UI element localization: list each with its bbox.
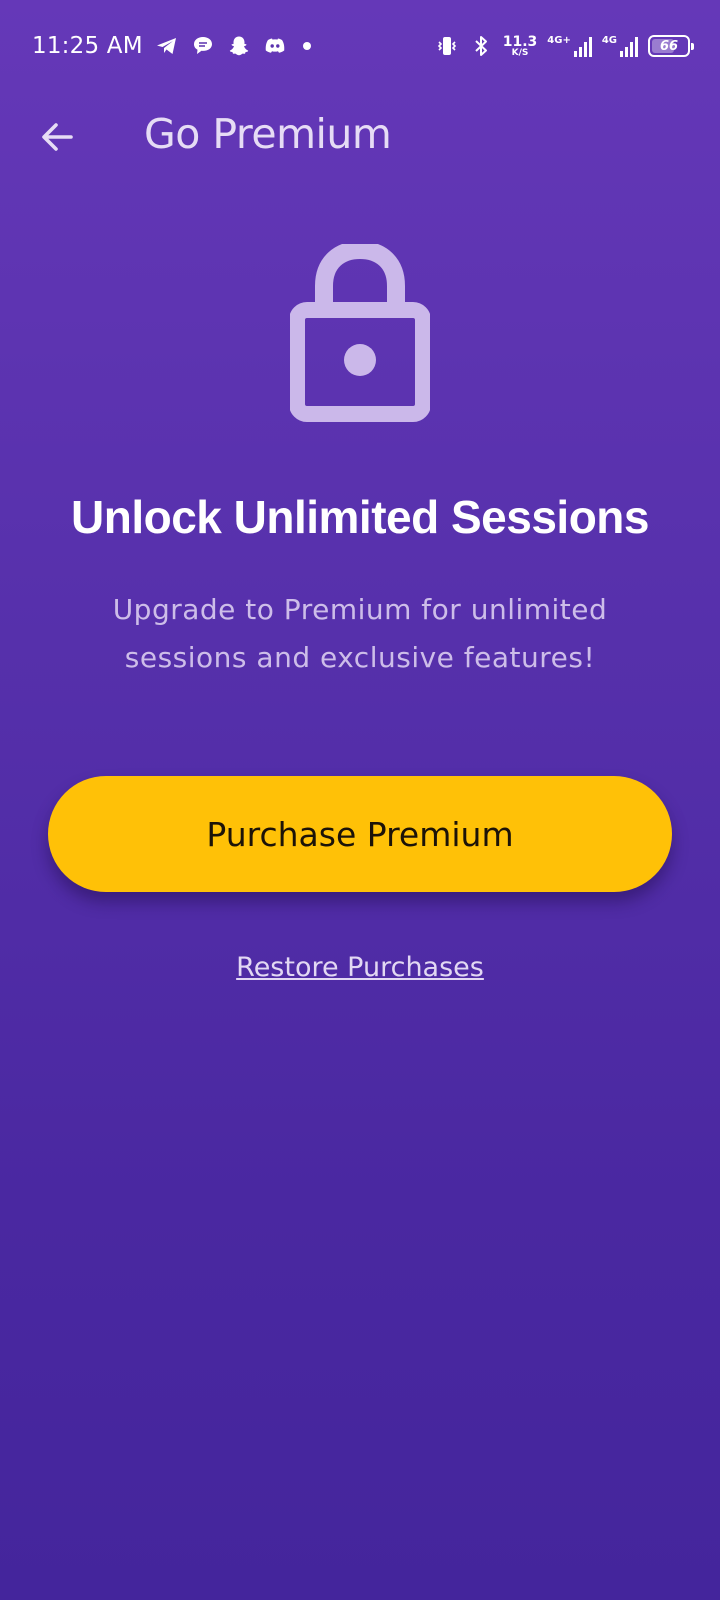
status-time: 11:25 AM bbox=[32, 33, 143, 59]
back-button[interactable] bbox=[30, 110, 84, 164]
subtitle: Upgrade to Premium for unlimited session… bbox=[112, 593, 608, 674]
lock-open-icon bbox=[290, 244, 430, 422]
network-speed: 11.3 K/S bbox=[503, 35, 538, 58]
snapchat-icon bbox=[229, 36, 248, 56]
sim2-network-label: 4G bbox=[601, 35, 617, 46]
notification-dot-icon bbox=[302, 42, 311, 50]
headline: Unlock Unlimited Sessions bbox=[71, 491, 649, 543]
status-right: 11.3 K/S 4G+ 4G 66 bbox=[435, 34, 694, 58]
signal-sim1-icon: 4G+ bbox=[547, 35, 592, 57]
vibrate-icon bbox=[437, 37, 456, 55]
purchase-premium-label: Purchase Premium bbox=[206, 814, 514, 854]
signal-sim2-icon: 4G bbox=[602, 35, 638, 57]
battery-icon: 66 bbox=[648, 35, 694, 57]
battery-percent: 66 bbox=[659, 38, 679, 54]
sim1-network-label: 4G+ bbox=[547, 35, 571, 46]
status-left: 11:25 AM bbox=[32, 33, 311, 59]
purchase-premium-button[interactable]: Purchase Premium bbox=[48, 776, 672, 892]
telegram-icon bbox=[156, 38, 176, 54]
chat-bubble-icon bbox=[193, 37, 212, 54]
restore-purchases-link[interactable]: Restore Purchases bbox=[0, 952, 720, 983]
bluetooth-icon bbox=[475, 36, 487, 56]
network-speed-unit: K/S bbox=[511, 47, 529, 58]
arrow-left-icon bbox=[42, 123, 73, 151]
status-bar: 11:25 AM 11.3 K/S 4G+ 4G 66 bbox=[0, 0, 720, 92]
network-speed-value: 11.3 bbox=[502, 33, 538, 50]
discord-icon bbox=[265, 38, 285, 53]
page-title: Go Premium bbox=[144, 110, 392, 158]
app-bar: Go Premium bbox=[0, 92, 720, 182]
